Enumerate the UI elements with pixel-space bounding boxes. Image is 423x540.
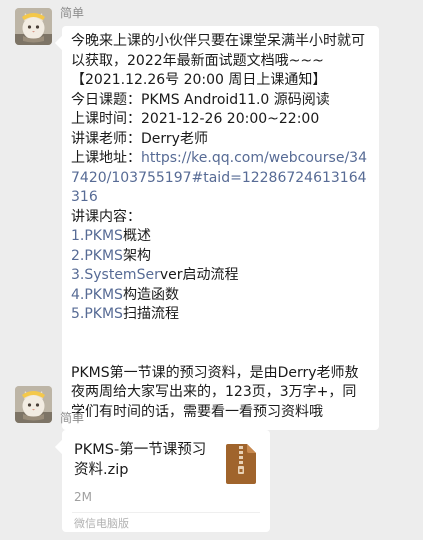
message-line: 【2021.12.26号 20:00 周日上课通知】	[71, 72, 327, 88]
cat-avatar-icon	[15, 386, 52, 423]
topic-text: 构造函数	[122, 286, 179, 303]
topic-link[interactable]: 4.PKMS	[71, 287, 123, 303]
cat-avatar-icon	[15, 8, 52, 45]
text-message-bubble[interactable]: 今晚来上课的小伙伴只要在课堂呆满半小时就可以获取，2022年最新面试题文档哦~~…	[62, 26, 379, 430]
topic-link[interactable]: 2.PKMS	[71, 248, 123, 264]
message-line: 今晚来上课的小伙伴只要在课堂呆满半小时就可以获取，2022年最新面试题文档哦~~…	[71, 33, 365, 69]
topic-item: 3.SystemServer启动流程	[71, 266, 370, 286]
topic-link[interactable]: 1.PKMS	[71, 228, 123, 244]
topic-text: 架构	[122, 247, 151, 264]
zip-file-icon	[226, 444, 256, 484]
file-source: 微信电脑版	[74, 517, 129, 530]
message-line: 今日课题：PKMS Android11.0 源码阅读	[71, 91, 330, 108]
divider	[72, 512, 260, 513]
message-line: 上课地址：https://ke.qq.com/webcourse/347420/…	[71, 149, 370, 208]
topic-link[interactable]: 3.SystemSer	[71, 267, 160, 283]
address-label: 上课地址：	[71, 150, 141, 166]
avatar[interactable]	[15, 8, 52, 45]
file-name: PKMS-第一节课预习资料.zip	[74, 442, 207, 478]
file-size: 2M	[74, 490, 92, 504]
topic-item: 2.PKMS架构	[71, 247, 370, 267]
sender-name: 简单	[60, 6, 85, 20]
topic-item: 4.PKMS构造函数	[71, 286, 370, 306]
sender-name: 简单	[60, 411, 85, 425]
avatar[interactable]	[15, 386, 52, 423]
message-line: 讲课内容：	[71, 208, 141, 225]
message-line: 讲课老师：Derry老师	[71, 130, 208, 147]
message-line: PKMS第一节课的预习资料，是由Derry老师敖夜两周给大家写出来的，123页，…	[71, 364, 359, 420]
message-line: 上课时间：2021-12-26 20:00~22:00	[71, 111, 320, 127]
topic-item: 5.PKMS扫描流程	[71, 305, 370, 325]
topic-text: 概述	[122, 228, 151, 244]
topic-item: 1.PKMS概述	[71, 227, 370, 247]
topic-link[interactable]: 5.PKMS	[71, 306, 123, 322]
file-message-bubble[interactable]: PKMS-第一节课预习资料.zip 2M 微信电脑版	[62, 430, 270, 532]
topic-text: 扫描流程	[122, 306, 179, 322]
topic-text: ver启动流程	[159, 267, 239, 283]
